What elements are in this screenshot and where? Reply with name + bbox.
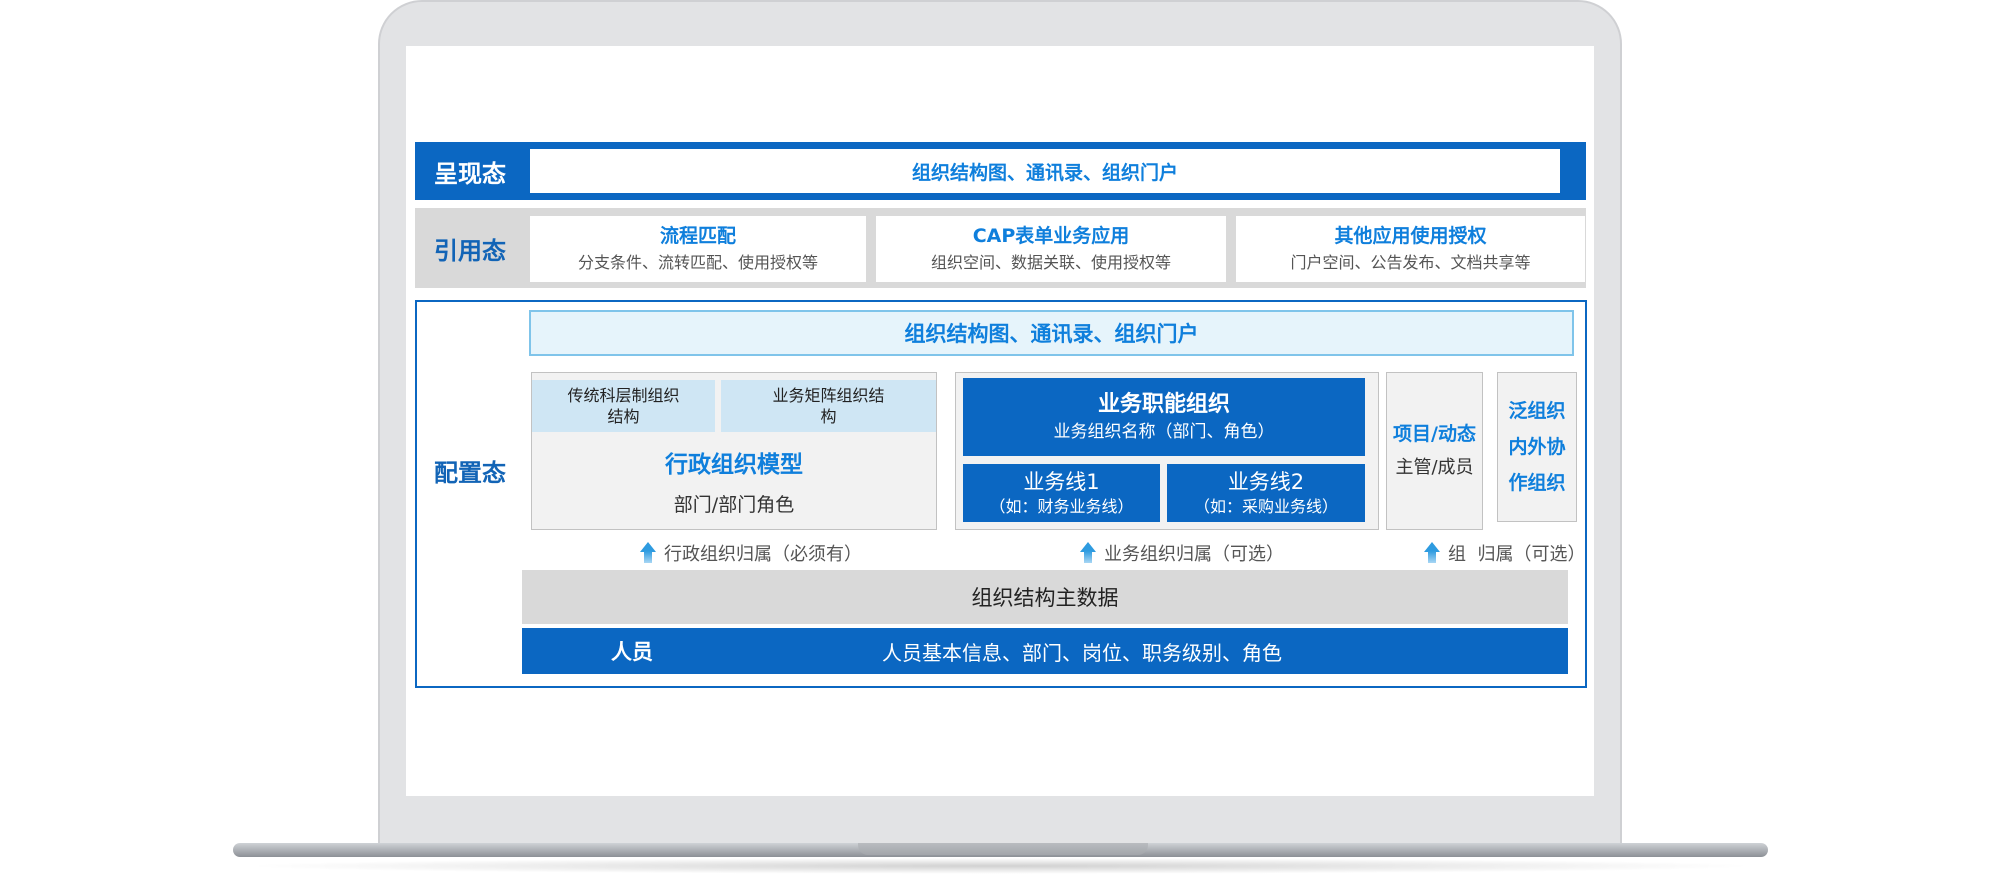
presentation-content: 组织结构图、通讯录、组织门户 <box>530 149 1560 193</box>
configuration-label: 配置态 <box>434 458 506 487</box>
admin-model-title: 行政组织模型 <box>665 452 803 478</box>
reference-card-title: CAP表单业务应用 <box>972 225 1130 247</box>
business-line-subtitle: （如：采购业务线） <box>1193 497 1338 516</box>
org-master-data: 组织结构主数据 <box>522 570 1568 624</box>
people-bar: 人员 人员基本信息、部门、岗位、职务级别、角色 <box>522 628 1568 674</box>
business-matrix-tile: 业务矩阵组织结构 <box>721 380 936 432</box>
admin-model-subtitle: 部门/部门角色 <box>673 493 795 516</box>
pan-org-line: 作组织 <box>1508 472 1566 494</box>
business-line-title: 业务线1 <box>1023 470 1100 494</box>
group-ownership-arrow: 组 归属（可选） <box>1422 538 1585 568</box>
business-org-title: 业务职能组织 <box>1097 392 1230 417</box>
up-arrow-icon <box>1422 542 1442 564</box>
project-dynamic-subtitle: 主管/成员 <box>1395 457 1474 478</box>
business-org-subtitle: 业务组织名称（部门、角色） <box>1053 422 1275 442</box>
people-label: 人员 <box>611 640 653 664</box>
up-arrow-icon <box>638 542 658 564</box>
reference-card-cap: CAP表单业务应用 组织空间、数据关联、使用授权等 <box>876 216 1226 282</box>
arrow-label: 行政组织归属（必须有） <box>664 544 862 565</box>
configuration-banner: 组织结构图、通讯录、组织门户 <box>529 310 1574 356</box>
reference-card-subtitle: 分支条件、流转匹配、使用授权等 <box>577 253 818 272</box>
business-ownership-arrow: 业务组织归属（可选） <box>1078 538 1284 568</box>
business-line-1: 业务线1 （如：财务业务线） <box>963 464 1160 522</box>
reference-card-subtitle: 门户空间、公告发布、文档共享等 <box>1290 253 1531 272</box>
reference-card-other: 其他应用使用授权 门户空间、公告发布、文档共享等 <box>1236 216 1585 282</box>
laptop-base-shadow <box>240 858 1760 874</box>
laptop-notch <box>858 843 1148 855</box>
reference-card-title: 流程匹配 <box>659 225 736 247</box>
up-arrow-icon <box>1078 542 1098 564</box>
presentation-label: 呈现态 <box>434 159 506 188</box>
project-dynamic-box: 项目/动态 主管/成员 <box>1386 372 1483 530</box>
reference-card-title: 其他应用使用授权 <box>1334 225 1487 247</box>
people-description: 人员基本信息、部门、岗位、职务级别、角色 <box>882 640 1282 665</box>
admin-ownership-arrow: 行政组织归属（必须有） <box>638 538 862 568</box>
pan-org-line: 内外协 <box>1508 436 1566 458</box>
business-functional-org: 业务职能组织 业务组织名称（部门、角色） <box>963 378 1365 456</box>
business-line-2: 业务线2 （如：采购业务线） <box>1167 464 1365 522</box>
arrow-label: 组 归属（可选） <box>1448 544 1586 565</box>
traditional-hierarchy-tile: 传统科层制组织结构 <box>532 380 715 432</box>
project-dynamic-title: 项目/动态 <box>1393 423 1476 445</box>
reference-card-process: 流程匹配 分支条件、流转匹配、使用授权等 <box>530 216 866 282</box>
reference-label: 引用态 <box>434 236 506 265</box>
business-line-subtitle: （如：财务业务线） <box>989 497 1134 516</box>
arrow-label: 业务组织归属（可选） <box>1104 544 1284 565</box>
business-line-title: 业务线2 <box>1227 470 1305 494</box>
pan-organization-box: 泛组织 内外协 作组织 <box>1497 372 1577 522</box>
pan-org-line: 泛组织 <box>1508 400 1566 422</box>
reference-card-subtitle: 组织空间、数据关联、使用授权等 <box>930 253 1171 272</box>
